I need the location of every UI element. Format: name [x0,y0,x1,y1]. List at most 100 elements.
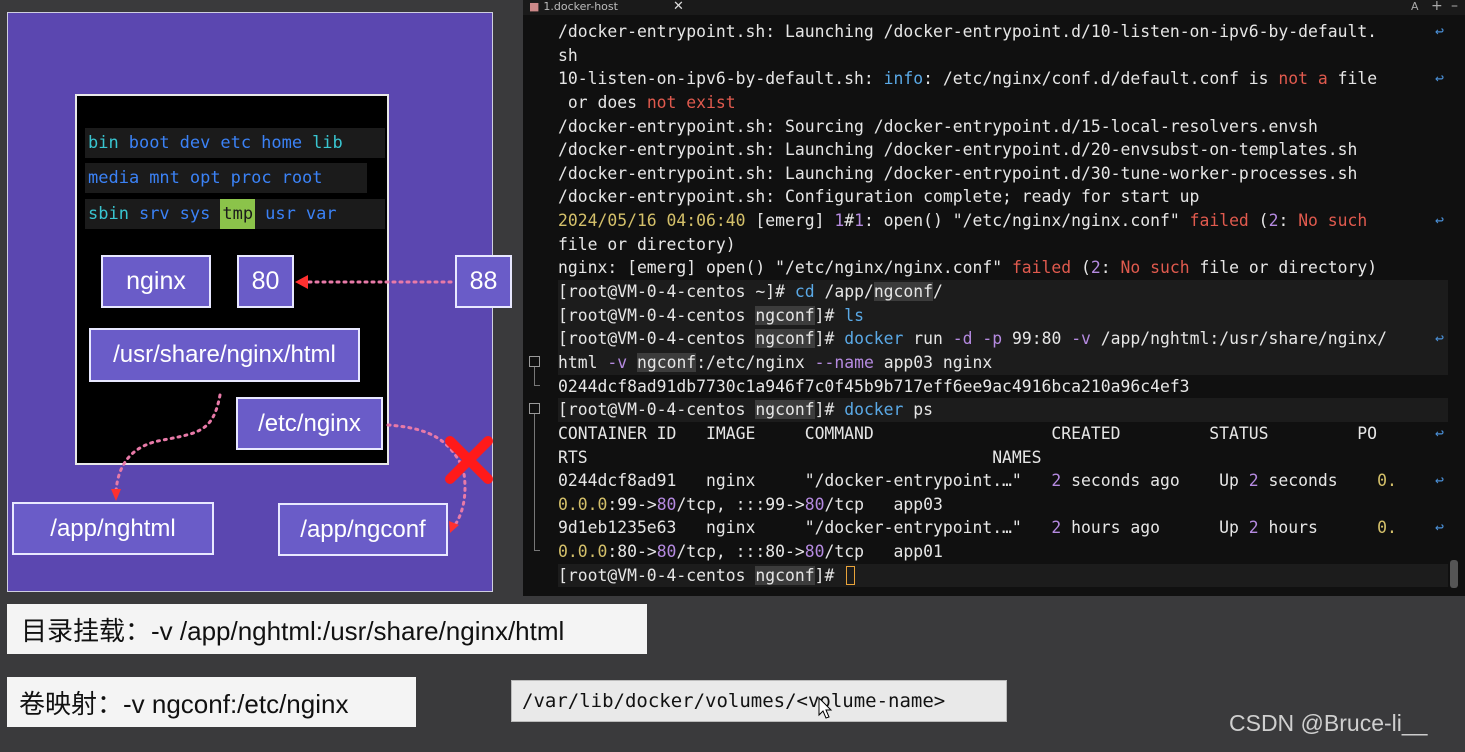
terminal-text: hours ago Up [1061,518,1249,538]
terminal-text: [root@VM-0-4-centos ~]# [558,282,795,302]
terminal-text: info [883,69,924,89]
terminal-line: 9d1eb1235e63 nginx "/docker-entrypoint.…… [558,516,1448,540]
bind-mount-caption: 目录挂载：-v /app/nghtml:/usr/share/nginx/htm… [7,604,647,654]
terminal-text: 0244dcf8ad91 nginx "/docker-entrypoint.…… [558,471,1052,491]
terminal-text: cd [794,282,815,302]
terminal-scrollbar[interactable] [1450,560,1458,588]
terminal-text: /docker-entrypoint.sh: Launching /docker… [558,140,1358,160]
terminal-text: : /etc/nginx/conf.d/default.conf is [923,69,1279,89]
terminal-text: ngconf [755,400,815,420]
terminal-text: not exist [646,92,736,112]
line-wrap-icon: ↩ [1435,22,1445,40]
line-wrap-icon: ↩ [1435,423,1445,442]
fold-guide-end [534,550,540,551]
terminal-text: [root@VM-0-4-centos [558,305,756,325]
terminal-text: /docker-entrypoint.sh: Sourcing /docker-… [558,116,1318,136]
terminal-text: failed [1011,258,1072,278]
fold-guide-end [534,385,540,386]
terminal-text: 2 [1248,518,1259,538]
terminal-text: 0. [1377,518,1397,538]
terminal-line: CONTAINER ID IMAGE COMMAND CREATED STATU… [558,422,1448,446]
terminal-command-line: [root@VM-0-4-centos ngconf]# [558,563,1448,588]
terminal-text: 80 [656,494,677,514]
line-wrap-icon: ↩ [1435,471,1445,490]
terminal-text: ngconf [636,352,697,372]
diagram-arrows [111,275,493,533]
new-tab-icon[interactable]: + [1431,0,1443,14]
terminal-text: 0. [1377,471,1397,491]
font-size-icon[interactable]: A [1411,0,1419,13]
fold-guide [534,414,535,550]
terminal-line: 0.0.0:80->80/tcp, :::80->80/tcp app01 [558,540,1448,564]
close-tab-icon[interactable]: ✕ [673,0,684,14]
terminal-line: 10-listen-on-ipv6-by-default.sh: info: /… [558,67,1448,91]
terminal-text: nginx: [emerg] open() "/etc/nginx/nginx.… [558,258,1012,278]
terminal-text: :80-> [607,542,657,562]
terminal-text: No such [1120,258,1190,278]
terminal-text: -d -p [952,329,1003,349]
terminal-line: /docker-entrypoint.sh: Launching /docker… [558,20,1448,44]
terminal-text: 80 [656,542,677,562]
terminal-text: 1 [834,211,845,231]
terminal-text: html [558,352,608,372]
terminal-text: 0.0.0 [558,494,608,514]
terminal-text: [root@VM-0-4-centos [558,400,756,420]
terminal-text: ]# [814,329,845,349]
terminal-line: 0244dcf8ad91db7730c1a946f7c0f45b9b717eff… [558,375,1448,399]
terminal-text: No such [1298,211,1368,231]
fold-icon[interactable] [529,356,540,367]
volume-storage-path: /var/lib/docker/volumes/<volume-name> [511,680,1007,722]
terminal-text: ngconf [755,565,815,585]
terminal-text: app03 nginx [873,352,993,372]
terminal-line: RTS NAMES [558,446,1448,470]
terminal-text: # [844,211,855,231]
terminal-text: 2 [1090,258,1101,278]
terminal-tab[interactable]: ■ 1.docker-host [529,0,618,15]
terminal-text: RTS NAMES [558,447,1042,467]
terminal-text: or does [558,92,647,112]
terminal-command-line: [root@VM-0-4-centos ngconf]# docker run … [558,327,1448,351]
terminal-text: ps [903,400,934,420]
terminal-text: hours [1258,518,1378,538]
terminal-text: seconds [1258,471,1378,491]
terminal-text: failed [1189,211,1249,231]
terminal-text: --name [814,352,874,372]
terminal-text: 0.0.0 [558,542,608,562]
minimize-icon[interactable]: – [1451,0,1458,14]
terminal-text: / [933,282,943,302]
terminal-text: 2024/05/16 04:06:40 [558,211,746,231]
terminal-line: /docker-entrypoint.sh: Configuration com… [558,185,1448,209]
terminal-text: seconds ago Up [1061,471,1249,491]
terminal-command-line: [root@VM-0-4-centos ~]# cd /app/ngconf/ [558,280,1448,304]
terminal-text: 10-listen-on-ipv6-by-default.sh [558,69,864,89]
terminal-text: /tcp, :::99-> [676,494,805,514]
terminal-text: /docker-entrypoint.sh: Launching /docker… [558,163,1358,183]
terminal-text: 99:80 [1002,329,1072,349]
terminal-text: : [1100,258,1121,278]
volume-mapping-caption: 卷映射：-v ngconf:/etc/nginx [7,677,416,727]
terminal-text: 2 [1051,471,1062,491]
terminal-window[interactable]: ■ 1.docker-host ✕ A + – /docker-entrypoin… [523,0,1465,596]
terminal-text: ( [1071,258,1091,278]
terminal-line: or does not exist [558,91,1448,115]
terminal-text: ]# [814,305,845,325]
terminal-text: ngconf [755,305,815,325]
terminal-text: : open() "/etc/nginx/nginx.conf" [863,211,1190,231]
terminal-text: ( [1248,211,1269,231]
fold-icon[interactable] [529,403,540,414]
line-wrap-icon: ↩ [1435,69,1445,88]
terminal-text: docker [844,329,904,349]
terminal-text: -v [1071,329,1091,349]
terminal-text: 2 [1248,471,1259,491]
terminal-text: ]# [814,565,845,585]
terminal-line: nginx: [emerg] open() "/etc/nginx/nginx.… [558,256,1448,280]
terminal-text: ngconf [873,282,934,302]
terminal-text: : Launching /docker-entrypoint.d/10-list… [765,22,1378,41]
terminal-text: CONTAINER ID IMAGE COMMAND CREATED STATU… [558,423,1378,443]
terminal-text: ngconf [755,329,815,349]
terminal-text: :99-> [607,494,657,514]
terminal-text: 0244dcf8ad91db7730c1a946f7c0f45b9b717eff… [558,376,1190,396]
terminal-text: [root@VM-0-4-centos [558,565,756,585]
terminal-text: /app/ [814,282,874,302]
terminal-text: 2 [1051,518,1062,538]
